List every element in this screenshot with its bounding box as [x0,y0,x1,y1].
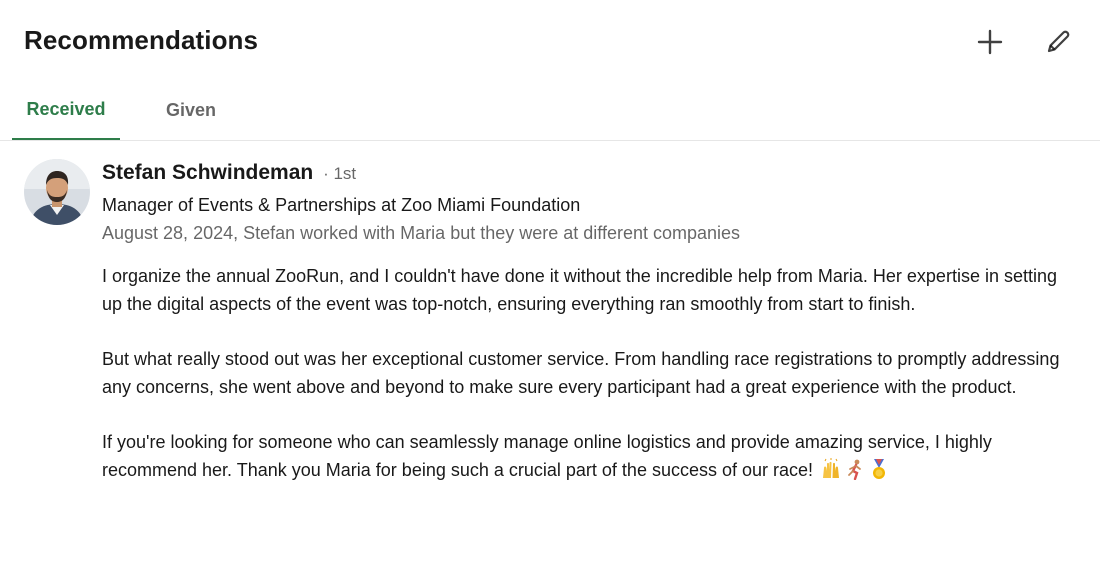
tab-given[interactable]: Given [150,80,232,140]
recommendation-paragraph: I organize the annual ZooRun, and I coul… [102,266,1057,314]
add-recommendation-button[interactable] [970,22,1010,62]
recommendation-text: I organize the annual ZooRun, and I coul… [102,262,1077,484]
plus-icon [977,29,1003,55]
recommender-headline: Manager of Events & Partnerships at Zoo … [102,195,581,215]
medal-icon [873,459,886,479]
profile-photo [24,159,90,225]
raising-hands-icon [823,458,840,478]
avatar[interactable] [24,159,90,225]
recommender-name[interactable]: Stefan Schwindeman [102,161,313,184]
section-header: Recommendations [0,0,1100,80]
section-title: Recommendations [24,25,259,55]
pencil-icon [1047,30,1070,53]
connection-degree: · 1st [323,164,357,183]
recommender-name-line: Stefan Schwindeman · 1st [102,161,356,185]
recommendation-meta: August 28, 2024, Stefan worked with Mari… [102,223,741,243]
runner-icon [848,459,861,480]
recommendation-paragraph: But what really stood out was her except… [102,349,1060,397]
edit-recommendations-button[interactable] [1038,22,1078,62]
tab-received[interactable]: Received [12,80,120,140]
recommendation-paragraph: If you're looking for someone who can se… [102,428,1077,484]
recommendation-tabs: Received Given [0,80,1100,141]
